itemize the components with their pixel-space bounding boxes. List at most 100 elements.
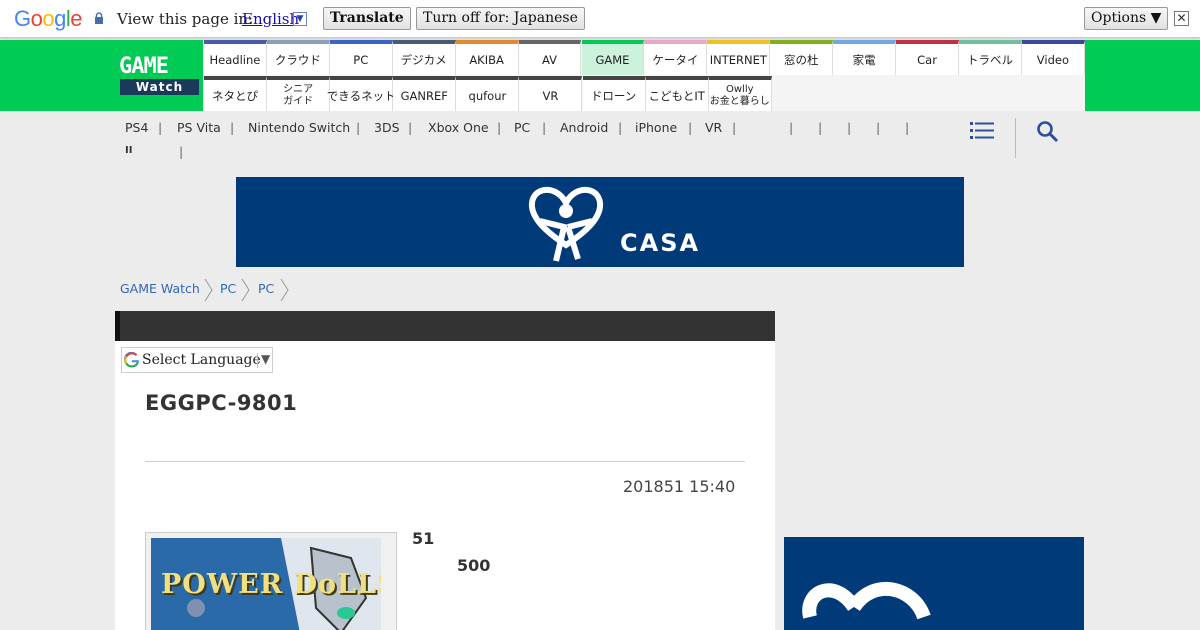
subnav-separator: | <box>905 120 910 135</box>
subnav-separator: | <box>408 120 413 135</box>
subnav-separator: | <box>230 120 235 135</box>
chevron-down-icon: ▼ <box>261 352 271 366</box>
nav-item-nav-row1-2[interactable]: PC <box>329 40 393 75</box>
nav-item-nav-row1-5[interactable]: AV <box>518 40 582 75</box>
nav-item-nav-row1-3[interactable]: デジカメ <box>392 40 456 75</box>
translate-bar: Google View this page in: English ▼ Tran… <box>0 0 1200 38</box>
breadcrumb-link[interactable]: PC <box>220 281 236 296</box>
title-divider <box>145 461 745 462</box>
article-card: Select Language ▼ EGGPC-9801 201851 15:4… <box>115 311 775 630</box>
subnav-separator: | <box>497 120 502 135</box>
platform-subnav: PS4 PS Vita Nintendo Switch 3DS Xbox One PC An… <box>115 118 975 168</box>
subnav-separator: | <box>818 120 823 135</box>
nav-item-nav-row1-11[interactable]: Car <box>896 40 959 75</box>
nav-item-nav-row2-3[interactable]: GANREF <box>393 76 457 111</box>
subnav-item[interactable]: iPhone <box>635 120 677 135</box>
banner-brand: CASA <box>620 229 701 257</box>
header-divider <box>1015 118 1016 158</box>
select-language-label: Select Language <box>142 352 261 368</box>
nav-item-nav-row1-12[interactable]: トラベル <box>959 40 1022 75</box>
chevron-down-icon[interactable]: ▼ <box>293 12 307 26</box>
nav-item-nav-row1-4[interactable]: AKIBA <box>455 40 519 75</box>
subnav-item[interactable]: PS4 <box>125 120 148 135</box>
chevron-right-icon <box>204 278 213 302</box>
translate-button[interactable]: Translate <box>323 7 411 30</box>
subnav-separator: | <box>179 144 184 159</box>
subnav-separator: | <box>542 120 547 135</box>
options-button[interactable]: Options ▼ <box>1084 7 1169 30</box>
google-logo-letter: G <box>14 6 31 31</box>
subnav-separator: | <box>876 120 881 135</box>
menu-list-icon[interactable] <box>970 120 994 140</box>
search-icon[interactable] <box>1036 120 1060 144</box>
breadcrumb-link[interactable]: GAME Watch <box>120 281 200 296</box>
close-icon[interactable]: ✕ <box>1174 11 1189 26</box>
article-snippet-2: 500 <box>457 556 491 575</box>
casa-heart-logo-icon <box>528 186 604 262</box>
chevron-right-icon <box>241 278 250 302</box>
subnav-item[interactable]: PC <box>514 120 530 135</box>
subnav-separator: | <box>732 120 737 135</box>
article-thumbnail[interactable]: POWER DoLLS <box>145 532 397 630</box>
pause-icon[interactable]: II <box>125 145 132 156</box>
subnav-separator: | <box>356 120 361 135</box>
google-g-icon <box>124 352 139 368</box>
thumbnail-title: POWER DoLLS <box>161 569 381 600</box>
nav-item-nav-row2-7[interactable]: こどもとIT <box>645 76 709 111</box>
thumbnail-image: POWER DoLLS <box>151 538 381 630</box>
subnav-item[interactable]: Android <box>560 120 608 135</box>
subnav-separator: | <box>158 120 163 135</box>
banner-ad[interactable]: CASA <box>236 177 964 267</box>
nav-item-nav-row1-1[interactable]: クラウド <box>266 40 330 75</box>
select-language-dropdown[interactable]: Select Language ▼ <box>121 347 273 373</box>
subnav-item[interactable]: VR <box>705 120 722 135</box>
nav-item-nav-row2-0[interactable]: ネタとぴ <box>204 76 267 111</box>
select-divider <box>257 353 258 368</box>
nav-item-nav-row1-9[interactable]: 窓の杜 <box>770 40 834 75</box>
chevron-right-icon <box>280 278 289 302</box>
subnav-separator: | <box>688 120 693 135</box>
casa-heart-logo-icon <box>802 582 931 620</box>
nav-item-nav-row2-2[interactable]: できるネット <box>327 76 396 111</box>
article-date: 201851 15:40 <box>623 477 736 496</box>
language-select[interactable]: English <box>242 10 299 28</box>
logo-watch-text: Watch <box>120 79 199 95</box>
google-logo-letter: o <box>30 6 43 31</box>
header-inner: GAME Watch Headline クラウド PC デジカメ AKIBA AV GAME… <box>115 40 1085 111</box>
nav-item-nav-row2-1[interactable]: シニア ガイド <box>267 76 331 111</box>
article-title: EGGPC-9801 <box>145 391 298 415</box>
nav-row-secondary: ネタとぴ シニア ガイド できるネット GANREF qufour VR ドローン こどもとI… <box>204 76 1085 111</box>
subnav-separator: | <box>618 120 623 135</box>
nav-item-nav-row2-6[interactable]: ドローン <box>582 76 646 111</box>
subnav-separator: | <box>847 120 852 135</box>
view-page-label: View this page in: <box>117 10 254 28</box>
google-logo: Google <box>14 6 83 32</box>
nav-item-nav-row1-7[interactable]: ケータイ <box>644 40 708 75</box>
nav-item-nav-row1-6[interactable]: GAME <box>581 40 645 75</box>
nav-item-nav-row2-8[interactable]: Owlly お金と暮らし <box>708 76 772 111</box>
side-banner-ad[interactable] <box>784 537 1084 630</box>
logo-game-text: GAME <box>119 54 169 79</box>
subnav-item[interactable]: Xbox One <box>428 120 489 135</box>
nav-item-nav-row2-5[interactable]: VR <box>519 76 583 111</box>
subnav-separator: | <box>789 120 794 135</box>
article-snippet-1: 51 <box>412 529 435 548</box>
nav-item-nav-row1-10[interactable]: 家電 <box>833 40 897 75</box>
google-logo-letter: g <box>54 6 66 31</box>
nav-item-nav-row2-4[interactable]: qufour <box>456 76 520 111</box>
game-watch-logo[interactable]: GAME Watch <box>115 40 203 111</box>
breadcrumb-link[interactable]: PC <box>258 281 274 296</box>
subnav-item[interactable]: PS Vita <box>177 120 221 135</box>
subnav-item[interactable]: Nintendo Switch <box>248 120 350 135</box>
site-header: GAME Watch Headline クラウド PC デジカメ AKIBA AV GAME… <box>0 40 1200 111</box>
google-logo-letter: e <box>70 6 83 31</box>
lock-icon <box>95 12 103 24</box>
turn-off-button[interactable]: Turn off for: Japanese <box>416 7 585 30</box>
nav-item-nav-row1-13[interactable]: Video <box>1021 40 1085 75</box>
subnav-item[interactable]: 3DS <box>374 120 400 135</box>
nav-item-nav-row1-0[interactable]: Headline <box>204 40 267 75</box>
article-header-bar <box>115 311 775 341</box>
nav-row-primary: Headline クラウド PC デジカメ AKIBA AV GAME ケータイ INTERNE… <box>204 40 1085 75</box>
google-logo-letter: o <box>42 6 55 31</box>
nav-item-nav-row1-8[interactable]: INTERNET <box>707 40 771 75</box>
